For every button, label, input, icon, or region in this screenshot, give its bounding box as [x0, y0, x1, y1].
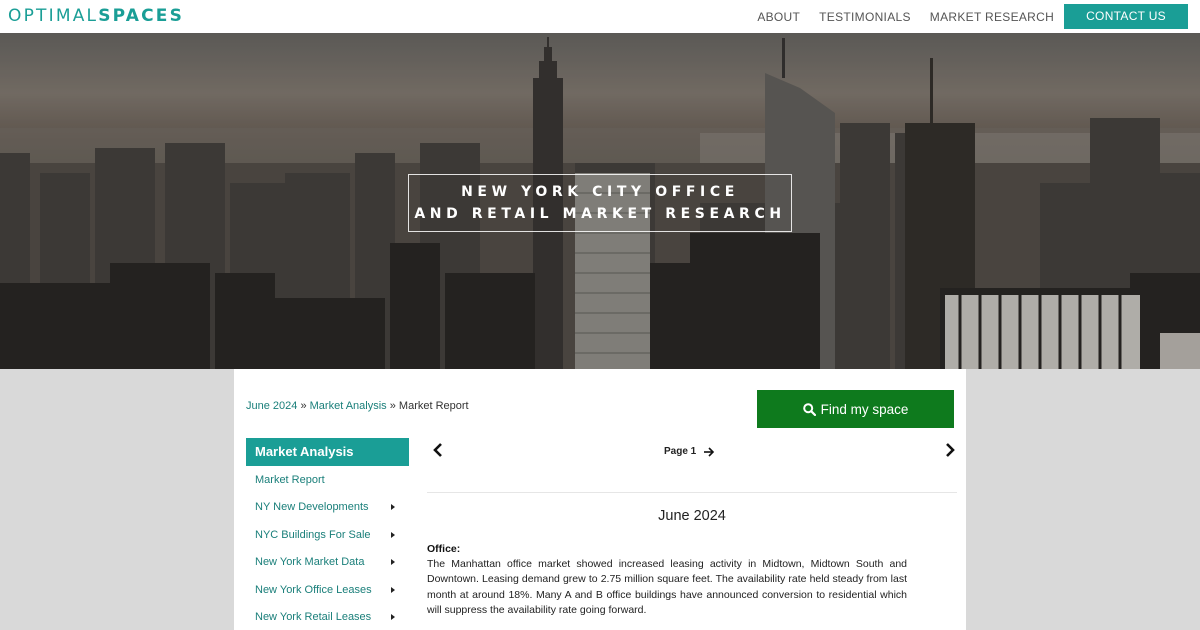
- report-body: The Manhattan office market showed incre…: [427, 558, 907, 616]
- hero-title-box: NEW YORK CITY OFFICE AND RETAIL MARKET R…: [408, 174, 792, 232]
- report-title: June 2024: [658, 508, 726, 524]
- breadcrumb: June 2024 » Market Analysis » Market Rep…: [246, 400, 469, 412]
- sidebar: Market Analysis Market Report NY New Dev…: [246, 438, 409, 630]
- hero-title-line-1: NEW YORK CITY OFFICE: [461, 184, 739, 200]
- logo-bold-text: SPACES: [98, 6, 185, 26]
- search-icon: [802, 402, 816, 416]
- chevron-right-icon[interactable]: [943, 442, 957, 458]
- nav-market-research[interactable]: MARKET RESEARCH: [930, 10, 1054, 24]
- sidebar-item-new-york-office-leases[interactable]: New York Office Leases: [246, 576, 409, 604]
- content-panel: June 2024 » Market Analysis » Market Rep…: [234, 369, 966, 630]
- section-label-office: Office:: [427, 543, 461, 555]
- breadcrumb-current: Market Report: [398, 400, 469, 412]
- sidebar-item-nyc-buildings-for-sale[interactable]: NYC Buildings For Sale: [246, 521, 409, 549]
- nav-testimonials[interactable]: TESTIMONIALS: [819, 10, 911, 24]
- sidebar-item-new-york-market-data[interactable]: New York Market Data: [246, 549, 409, 577]
- find-my-space-button[interactable]: Find my space: [757, 390, 954, 428]
- caret-right-icon: [391, 504, 395, 511]
- sidebar-item-label: NY New Developments: [255, 501, 369, 514]
- hero-title-line-2: AND RETAIL MARKET RESEARCH: [414, 206, 786, 222]
- arrow-right-icon[interactable]: [703, 446, 715, 457]
- nav-about[interactable]: ABOUT: [757, 10, 800, 24]
- sidebar-item-new-york-retail-leases[interactable]: New York Retail Leases: [246, 604, 409, 630]
- breadcrumb-separator: »: [300, 400, 307, 412]
- page-label: Page 1: [664, 446, 697, 457]
- logo-light-text: OPTIMAL: [8, 6, 99, 26]
- breadcrumb-market-analysis[interactable]: Market Analysis: [310, 400, 387, 412]
- main-nav: ABOUT TESTIMONIALS MARKET RESEARCH CONTA…: [738, 0, 1188, 33]
- page-indicator: Page 1: [664, 446, 715, 457]
- breadcrumb-separator: »: [389, 400, 396, 412]
- logo[interactable]: OPTIMALSPACES: [8, 6, 184, 26]
- breadcrumb-june-2024[interactable]: June 2024: [246, 400, 297, 412]
- caret-right-icon: [391, 559, 395, 566]
- contact-us-button[interactable]: CONTACT US: [1064, 4, 1188, 29]
- sidebar-item-label: New York Office Leases: [255, 583, 372, 596]
- caret-right-icon: [391, 586, 395, 593]
- sidebar-item-market-report[interactable]: Market Report: [246, 466, 409, 494]
- sidebar-item-label: New York Retail Leases: [255, 611, 372, 624]
- chevron-left-icon[interactable]: [431, 442, 445, 458]
- hero-banner: NEW YORK CITY OFFICE AND RETAIL MARKET R…: [0, 33, 1200, 369]
- sidebar-item-ny-new-developments[interactable]: NY New Developments: [246, 494, 409, 522]
- sidebar-heading[interactable]: Market Analysis: [246, 438, 409, 466]
- find-my-space-label: Find my space: [820, 401, 909, 417]
- sidebar-item-label: NYC Buildings For Sale: [255, 528, 371, 541]
- pager: Page 1: [427, 435, 957, 493]
- caret-right-icon: [391, 531, 395, 538]
- sidebar-item-label: Market Report: [255, 473, 325, 486]
- site-header: OPTIMALSPACES ABOUT TESTIMONIALS MARKET …: [0, 0, 1200, 33]
- caret-right-icon: [391, 614, 395, 621]
- sidebar-item-label: New York Market Data: [255, 556, 365, 569]
